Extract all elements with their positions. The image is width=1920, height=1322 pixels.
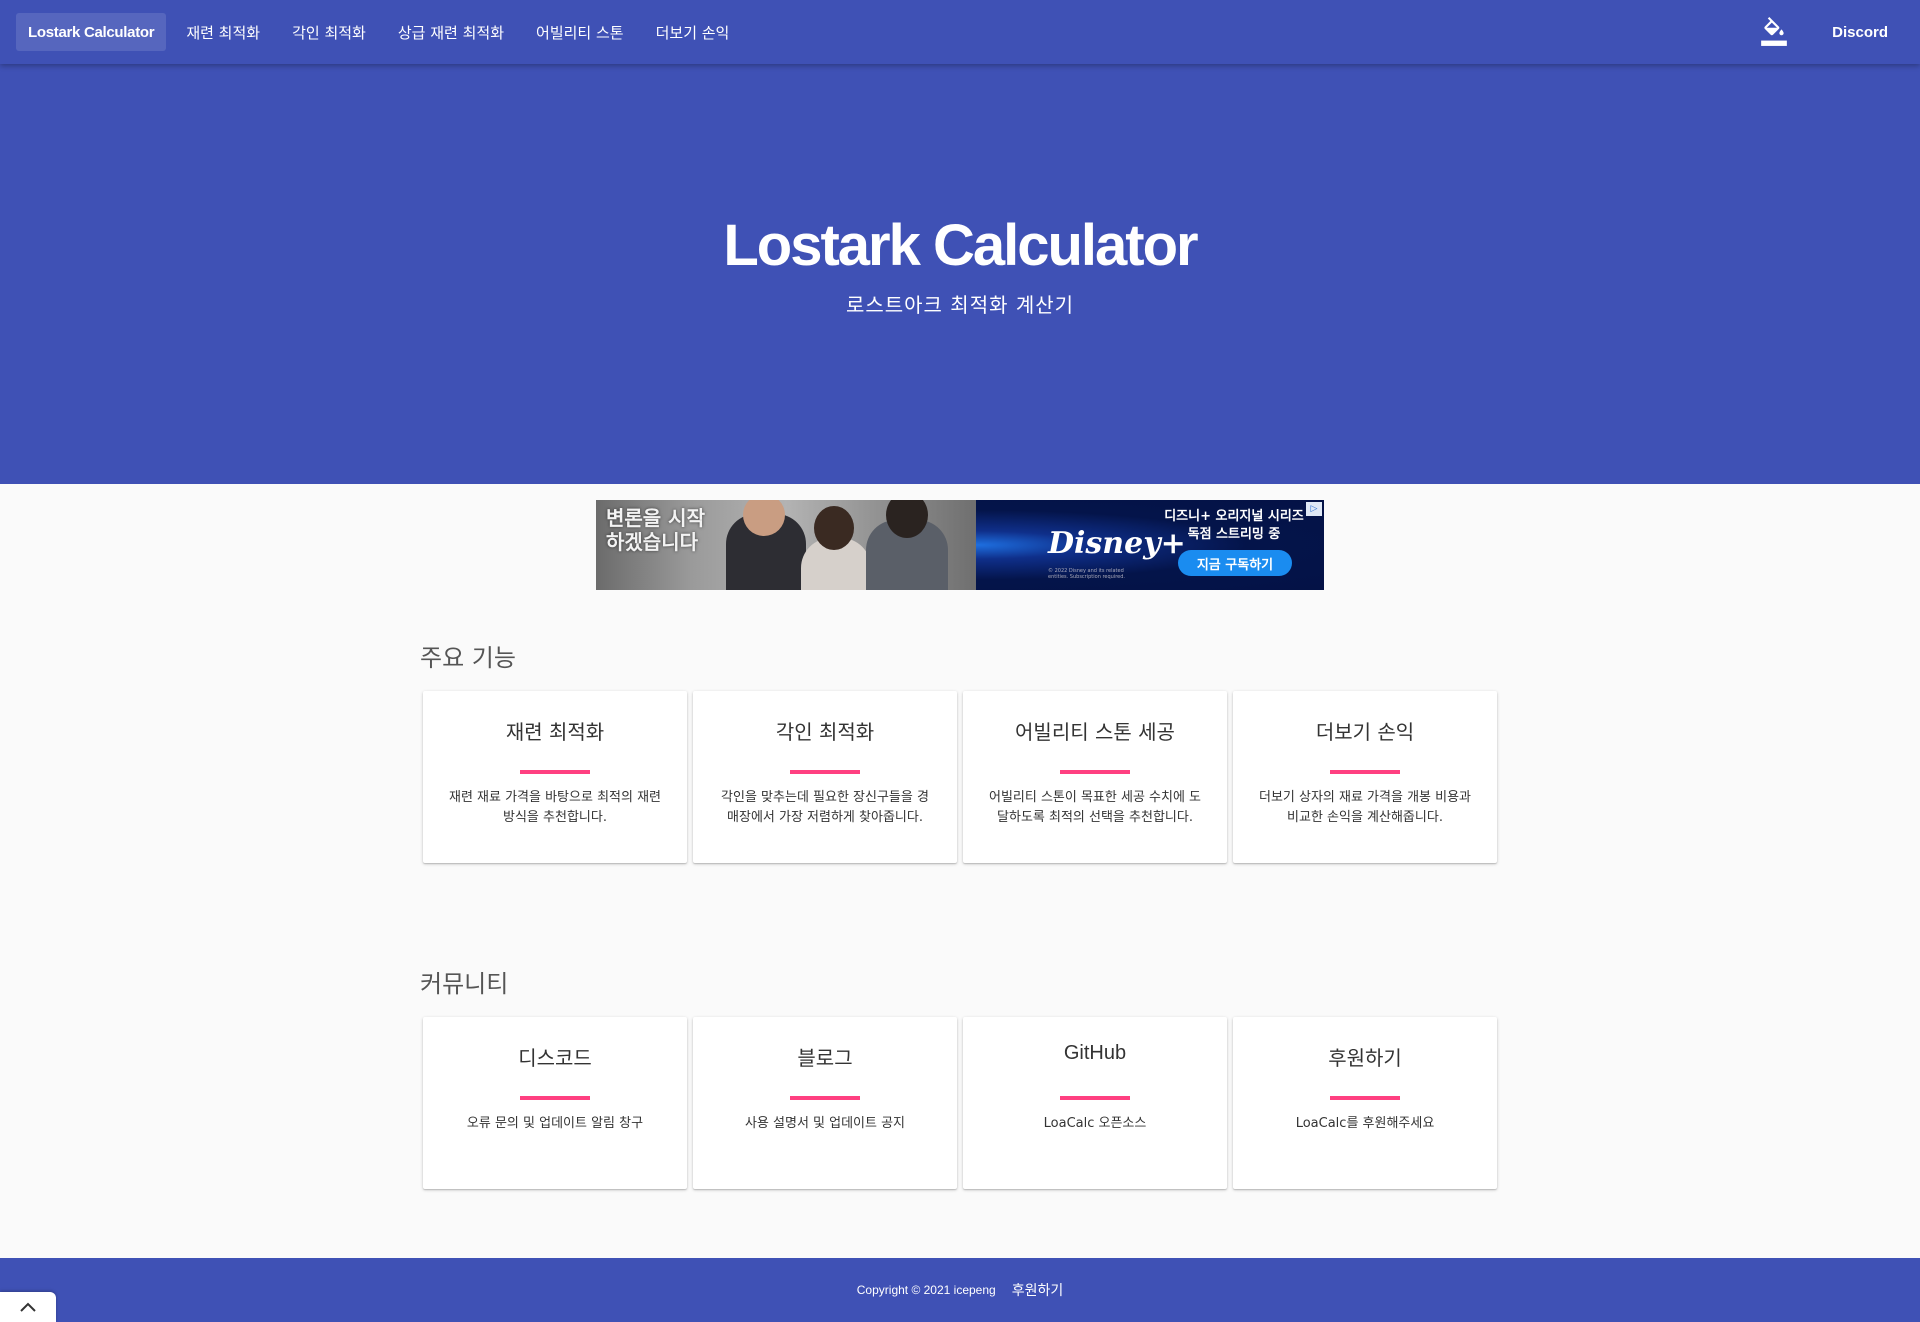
nav-item-advanced-refine[interactable]: 상급 재련 최적화 [386,13,516,51]
card-accent-bar [1330,770,1400,774]
card-title: 어빌리티 스톤 세공 [1015,720,1175,744]
hero-subtitle: 로스트아크 최적화 계산기 [845,293,1075,317]
card-description: 각인을 맞추는데 필요한 장신구들을 경매장에서 가장 저렴하게 찾아줍니다. [721,790,929,825]
ad-headline: 디즈니+ 오리지널 시리즈 독점 스트리밍 중 [1154,508,1314,544]
card-description: LoaCalc 오픈소스 [1043,1116,1147,1131]
ad-poster-text: 변론을 시작 하겠습니다 [606,506,705,554]
nav-brand-link[interactable]: Lostark Calculator [16,13,167,51]
card-accent-bar [1060,770,1130,774]
card-description: 사용 설명서 및 업데이트 공지 [744,1116,906,1131]
community-card-discord[interactable]: 디스코드 오류 문의 및 업데이트 알림 창구 [423,1017,687,1189]
page-footer: Copyright © 2021 icepeng 후원하기 [0,1258,1920,1322]
card-description: LoaCalc를 후원해주세요 [1295,1116,1435,1131]
card-accent-bar [790,770,860,774]
nav-right-group: Discord [1754,12,1904,52]
card-description: 오류 문의 및 업데이트 알림 창구 [466,1116,644,1131]
feature-card-refine[interactable]: 재련 최적화 재련 재료 가격을 바탕으로 최적의 재련 방식을 추천합니다. [423,691,687,863]
advertisement-banner[interactable]: 변론을 시작 하겠습니다 Disney+ © 2022 Disney and i… [596,500,1324,590]
card-title: 재련 최적화 [505,720,605,744]
chevron-up-icon [20,1302,36,1312]
community-card-blog[interactable]: 블로그 사용 설명서 및 업데이트 공지 [693,1017,957,1189]
card-accent-bar [1060,1096,1130,1100]
feature-card-more-profit[interactable]: 더보기 손익 더보기 상자의 재료 가격을 개봉 비용과 비교한 손익을 계산해… [1233,691,1497,863]
card-accent-bar [520,1096,590,1100]
features-card-list: 재련 최적화 재련 재료 가격을 바탕으로 최적의 재련 방식을 추천합니다. … [423,691,1497,863]
card-title: 블로그 [797,1046,853,1070]
card-description: 더보기 상자의 재료 가격을 개봉 비용과 비교한 손익을 계산해줍니다. [1258,790,1472,825]
discord-link[interactable]: Discord [1816,24,1904,41]
card-title: 디스코드 [518,1046,592,1070]
nav-item-ability-stone[interactable]: 어빌리티 스톤 [524,13,636,51]
ad-figure-head [814,506,854,550]
features-section-title: 주요 기능 [420,644,516,672]
card-accent-bar [520,770,590,774]
ad-subscribe-button[interactable]: 지금 구독하기 [1178,550,1292,576]
card-accent-bar [1330,1096,1400,1100]
scroll-to-top-button[interactable] [0,1292,56,1322]
card-description: 재련 재료 가격을 바탕으로 최적의 재련 방식을 추천합니다. [448,790,662,825]
ad-fine-print: © 2022 Disney and its related entities. … [1048,568,1125,580]
card-description: 어빌리티 스톤이 목표한 세공 수치에 도달하도록 최적의 선택을 추천합니다. [988,790,1202,825]
community-card-github[interactable]: GitHub LoaCalc 오픈소스 [963,1017,1227,1189]
community-card-list: 디스코드 오류 문의 및 업데이트 알림 창구 블로그 사용 설명서 및 업데이… [423,1017,1497,1189]
community-card-donate[interactable]: 후원하기 LoaCalc를 후원해주세요 [1233,1017,1497,1189]
nav-item-refine[interactable]: 재련 최적화 [174,13,272,51]
card-title: 후원하기 [1328,1046,1402,1070]
hero-title: Lostark Calculator [723,213,1198,278]
ad-promo-panel: Disney+ © 2022 Disney and its related en… [976,500,1324,590]
card-title: 각인 최적화 [775,720,875,744]
card-accent-bar [790,1096,860,1100]
adchoices-icon[interactable]: ▷ [1306,502,1322,516]
feature-card-ability-stone[interactable]: 어빌리티 스톤 세공 어빌리티 스톤이 목표한 세공 수치에 도달하도록 최적의… [963,691,1227,863]
nav-item-engraving[interactable]: 각인 최적화 [280,13,378,51]
top-navbar: Lostark Calculator 재련 최적화 각인 최적화 상급 재련 최… [0,0,1920,64]
ad-headline-line2: 독점 스트리밍 중 [1187,527,1281,542]
card-title: GitHub [1063,1042,1127,1064]
hero-banner: Lostark Calculator 로스트아크 최적화 계산기 [0,64,1920,484]
footer-copyright: Copyright © 2021 icepeng [856,1283,996,1297]
community-section-title: 커뮤니티 [420,970,509,998]
ad-headline-line1: 디즈니+ 오리지널 시리즈 [1164,509,1304,524]
ad-poster-image: 변론을 시작 하겠습니다 [596,500,976,590]
feature-card-engraving[interactable]: 각인 최적화 각인을 맞추는데 필요한 장신구들을 경매장에서 가장 저렴하게 … [693,691,957,863]
nav-item-more-profit[interactable]: 더보기 손익 [644,13,742,51]
card-title: 더보기 손익 [1315,720,1415,744]
format-color-fill-icon [1761,17,1787,46]
theme-toggle-button[interactable] [1754,12,1794,52]
footer-donate-link[interactable]: 후원하기 [1012,1280,1064,1300]
